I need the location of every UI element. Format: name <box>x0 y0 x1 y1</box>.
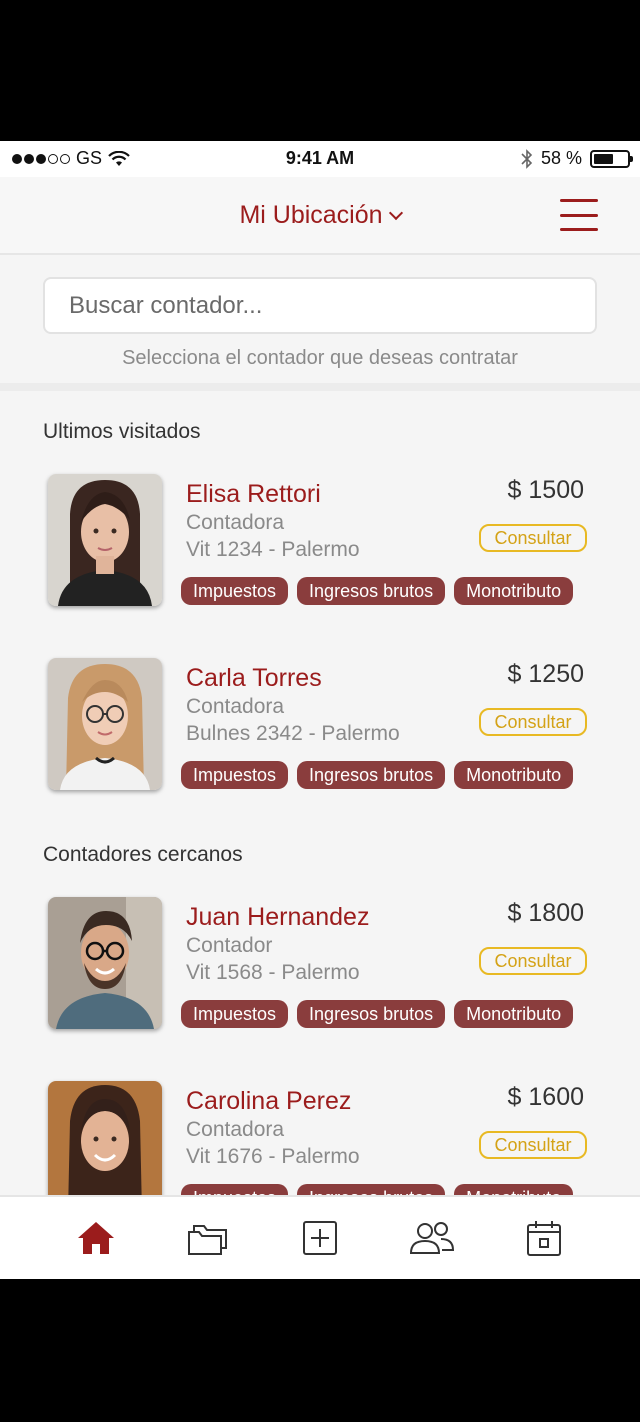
chevron-down-icon <box>388 205 403 221</box>
home-icon <box>78 1222 114 1254</box>
nav-home[interactable] <box>66 1208 126 1268</box>
tag[interactable]: Ingresos brutos <box>297 577 446 605</box>
tag[interactable]: Monotributo <box>454 761 574 789</box>
avatar <box>48 897 162 1029</box>
nav-folders[interactable] <box>178 1208 238 1268</box>
search-section: Selecciona el contador que deseas contra… <box>0 257 640 391</box>
section-title-nearby: Contadores cercanos <box>43 843 243 866</box>
tag[interactable]: Impuestos <box>181 1000 289 1028</box>
tag-list: Impuestos Ingresos brutos Monotributo <box>181 1000 574 1028</box>
folder-icon <box>188 1225 227 1255</box>
users-icon <box>409 1222 455 1254</box>
nav-calendar[interactable] <box>514 1208 574 1268</box>
consult-button[interactable]: Consultar <box>479 524 587 552</box>
tag[interactable]: Impuestos <box>181 761 289 789</box>
accountant-price: $ 1800 <box>507 899 584 927</box>
tag[interactable]: Monotributo <box>454 1000 574 1028</box>
tag-list: Impuestos Ingresos brutos Monotributo <box>181 761 574 789</box>
status-bar: GS 9:41 AM 58 % <box>0 141 640 177</box>
accountant-role: Contador <box>186 934 273 957</box>
status-right: 58 % <box>521 148 633 169</box>
nav-contacts[interactable] <box>402 1208 462 1268</box>
accountant-role: Contadora <box>186 1118 285 1141</box>
battery-icon <box>590 149 633 168</box>
consult-button[interactable]: Consultar <box>479 708 587 736</box>
add-square-icon <box>303 1221 337 1255</box>
accountant-price: $ 1600 <box>507 1083 584 1111</box>
section-title-recent: Ultimos visitados <box>43 420 201 443</box>
tag-list: Impuestos Ingresos brutos Monotributo <box>181 577 574 605</box>
accountant-address: Vit 1568 - Palermo <box>186 961 360 984</box>
accountant-card[interactable]: Carla Torres Contadora Bulnes 2342 - Pal… <box>0 658 640 798</box>
battery-level <box>594 153 613 164</box>
accountant-price: $ 1250 <box>507 660 584 688</box>
accountant-address: Vit 1676 - Palermo <box>186 1145 360 1168</box>
search-input[interactable] <box>43 277 597 334</box>
bottom-navigation <box>0 1195 640 1279</box>
bluetooth-icon <box>521 148 533 169</box>
nav-add[interactable] <box>290 1208 350 1268</box>
tag[interactable]: Monotributo <box>454 577 574 605</box>
consult-button[interactable]: Consultar <box>479 947 587 975</box>
accountant-role: Contadora <box>186 695 285 718</box>
tag[interactable]: Impuestos <box>181 577 289 605</box>
location-selector[interactable]: Mi Ubicación <box>0 201 640 230</box>
accountant-card[interactable]: Juan Hernandez Contador Vit 1568 - Paler… <box>0 897 640 1037</box>
location-title: Mi Ubicación <box>239 201 383 229</box>
search-hint: Selecciona el contador que deseas contra… <box>122 347 518 369</box>
accountant-name[interactable]: Juan Hernandez <box>186 903 369 932</box>
calendar-icon <box>527 1221 561 1256</box>
battery-percentage: 58 % <box>540 148 582 168</box>
accountant-name[interactable]: Carolina Perez <box>186 1087 351 1116</box>
top-header: Mi Ubicación <box>0 177 640 255</box>
avatar <box>48 658 162 790</box>
consult-button[interactable]: Consultar <box>479 1131 587 1159</box>
accountant-address: Bulnes 2342 - Palermo <box>186 722 400 745</box>
accountant-name[interactable]: Elisa Rettori <box>186 480 321 509</box>
accountant-card[interactable]: Elisa Rettori Contadora Vit 1234 - Paler… <box>0 474 640 614</box>
hamburger-menu-icon[interactable] <box>560 199 598 231</box>
accountant-price: $ 1500 <box>507 476 584 504</box>
accountant-address: Vit 1234 - Palermo <box>186 538 360 561</box>
tag[interactable]: Ingresos brutos <box>297 761 446 789</box>
accountant-name[interactable]: Carla Torres <box>186 664 322 693</box>
accountant-role: Contadora <box>186 511 285 534</box>
app-screen: GS 9:41 AM 58 % Mi Ubicación Buscar cont… <box>0 141 640 1279</box>
avatar <box>48 474 162 606</box>
avatar <box>48 1081 162 1213</box>
tag[interactable]: Ingresos brutos <box>297 1000 446 1028</box>
